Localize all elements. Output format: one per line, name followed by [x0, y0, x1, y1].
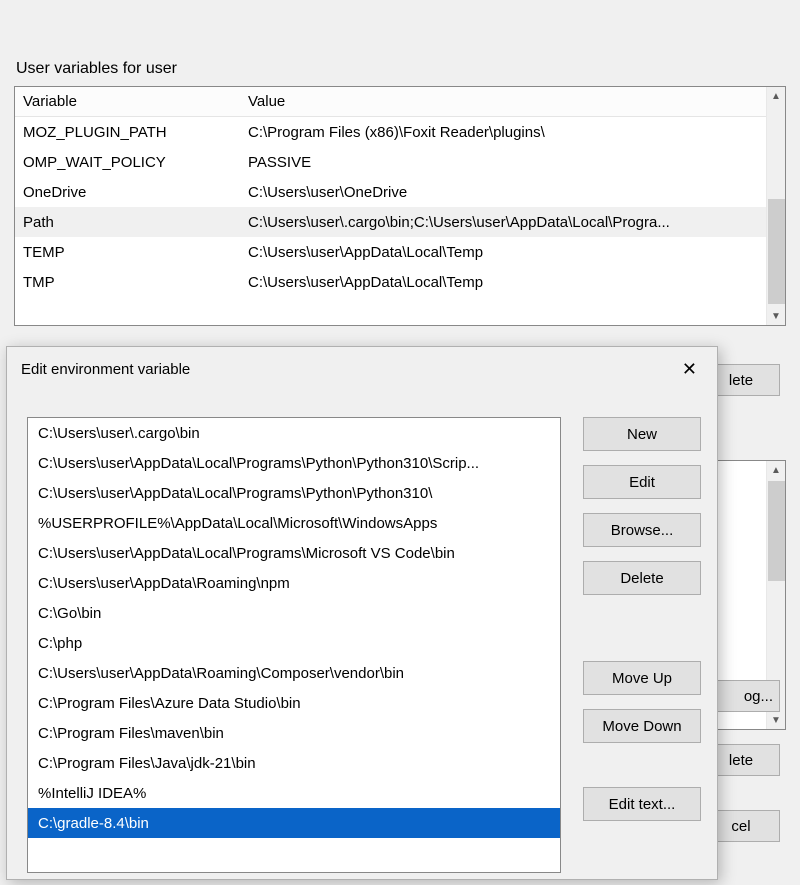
list-item[interactable]: C:\Go\bin: [28, 598, 560, 628]
scroll-down-icon[interactable]: ▼: [767, 711, 786, 729]
user-vars-table[interactable]: Variable Value MOZ_PLUGIN_PATHC:\Program…: [14, 86, 786, 326]
table-row[interactable]: OMP_WAIT_POLICYPASSIVE: [15, 147, 766, 177]
list-item[interactable]: C:\Program Files\Azure Data Studio\bin: [28, 688, 560, 718]
cell-value: C:\Users\user\AppData\Local\Temp: [240, 274, 766, 291]
scroll-up-icon[interactable]: ▲: [767, 461, 786, 479]
list-item[interactable]: C:\Users\user\AppData\Roaming\npm: [28, 568, 560, 598]
edit-env-var-dialog: Edit environment variable ✕ C:\Users\use…: [6, 346, 718, 880]
scroll-thumb[interactable]: [768, 199, 785, 304]
scroll-up-icon[interactable]: ▲: [767, 87, 786, 105]
cell-value: C:\Program Files (x86)\Foxit Reader\plug…: [240, 124, 766, 141]
cell-value: C:\Users\user\.cargo\bin;C:\Users\user\A…: [240, 214, 766, 231]
path-entries-list[interactable]: C:\Users\user\.cargo\binC:\Users\user\Ap…: [27, 417, 561, 873]
list-item[interactable]: C:\Users\user\AppData\Local\Programs\Pyt…: [28, 448, 560, 478]
scroll-thumb[interactable]: [768, 481, 785, 581]
dialog-title: Edit environment variable: [21, 361, 190, 378]
user-vars-table-body: Variable Value MOZ_PLUGIN_PATHC:\Program…: [15, 87, 766, 325]
list-item[interactable]: %IntelliJ IDEA%: [28, 778, 560, 808]
cell-value: C:\Users\user\AppData\Local\Temp: [240, 244, 766, 261]
col-header-value[interactable]: Value: [240, 93, 766, 110]
cell-variable: OneDrive: [15, 184, 240, 201]
table-row[interactable]: PathC:\Users\user\.cargo\bin;C:\Users\us…: [15, 207, 766, 237]
cell-variable: OMP_WAIT_POLICY: [15, 154, 240, 171]
browse-button[interactable]: Browse...: [583, 513, 701, 547]
list-item[interactable]: C:\gradle-8.4\bin: [28, 808, 560, 838]
table-row[interactable]: TMPC:\Users\user\AppData\Local\Temp: [15, 267, 766, 297]
list-item[interactable]: %USERPROFILE%\AppData\Local\Microsoft\Wi…: [28, 508, 560, 538]
move-down-button[interactable]: Move Down: [583, 709, 701, 743]
cell-value: PASSIVE: [240, 154, 766, 171]
cell-variable: MOZ_PLUGIN_PATH: [15, 124, 240, 141]
list-item[interactable]: C:\Program Files\Java\jdk-21\bin: [28, 748, 560, 778]
edit-button[interactable]: Edit: [583, 465, 701, 499]
move-up-button[interactable]: Move Up: [583, 661, 701, 695]
new-button[interactable]: New: [583, 417, 701, 451]
edit-text-button[interactable]: Edit text...: [583, 787, 701, 821]
dialog-button-column: New Edit Browse... Delete Move Up Move D…: [583, 417, 701, 873]
list-item[interactable]: C:\Users\user\AppData\Local\Programs\Mic…: [28, 538, 560, 568]
list-item[interactable]: C:\php: [28, 628, 560, 658]
close-icon[interactable]: ✕: [674, 356, 705, 382]
cell-value: C:\Users\user\OneDrive: [240, 184, 766, 201]
cell-variable: TEMP: [15, 244, 240, 261]
table-row[interactable]: MOZ_PLUGIN_PATHC:\Program Files (x86)\Fo…: [15, 117, 766, 147]
list-item[interactable]: C:\Users\user\AppData\Roaming\Composer\v…: [28, 658, 560, 688]
list-item[interactable]: C:\Program Files\maven\bin: [28, 718, 560, 748]
list-item[interactable]: C:\Users\user\AppData\Local\Programs\Pyt…: [28, 478, 560, 508]
cell-variable: TMP: [15, 274, 240, 291]
list-item[interactable]: C:\Users\user\.cargo\bin: [28, 418, 560, 448]
table-row[interactable]: TEMPC:\Users\user\AppData\Local\Temp: [15, 237, 766, 267]
table-scrollbar[interactable]: ▲ ▼: [766, 87, 785, 325]
dialog-title-bar[interactable]: Edit environment variable ✕: [7, 347, 717, 391]
col-header-variable[interactable]: Variable: [15, 93, 240, 110]
table-header-row: Variable Value: [15, 87, 766, 117]
user-vars-label: User variables for user: [16, 60, 786, 78]
table-row[interactable]: OneDriveC:\Users\user\OneDrive: [15, 177, 766, 207]
delete-button[interactable]: Delete: [583, 561, 701, 595]
cell-variable: Path: [15, 214, 240, 231]
scroll-down-icon[interactable]: ▼: [767, 307, 786, 325]
